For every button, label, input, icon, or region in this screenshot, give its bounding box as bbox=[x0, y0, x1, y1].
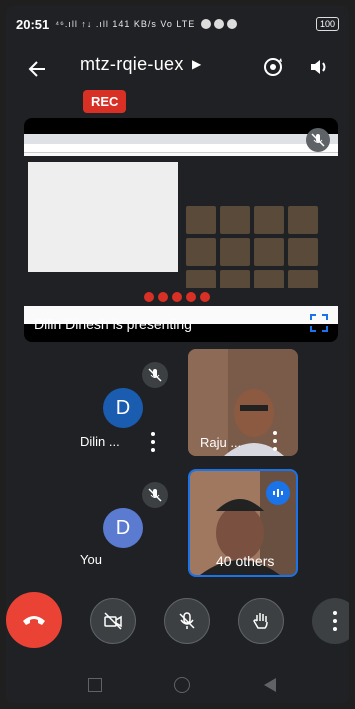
status-bar: 20:51 ⁴⁶.ıll ↑↓ .ıll 141 KB/s Vo LTE 100 bbox=[6, 6, 349, 42]
more-options-icon[interactable] bbox=[272, 431, 278, 451]
recents-icon[interactable] bbox=[88, 678, 102, 692]
android-nav-bar bbox=[6, 668, 349, 703]
more-vert-icon bbox=[332, 611, 338, 631]
participant-name: Dilin ... bbox=[80, 434, 120, 449]
notification-icons bbox=[201, 19, 238, 29]
participant-tile-raju[interactable]: Raju ... bbox=[188, 349, 298, 456]
avatar: D bbox=[103, 508, 143, 548]
status-time: 20:51 bbox=[16, 16, 50, 32]
camera-off-button[interactable] bbox=[90, 598, 136, 644]
mic-off-button[interactable] bbox=[164, 598, 210, 644]
shared-screen bbox=[24, 134, 338, 324]
presentation-tile[interactable]: Dilin Dinesh is presenting bbox=[24, 118, 338, 342]
speaker-icon[interactable] bbox=[308, 56, 330, 78]
participant-tile-others[interactable]: 40 others bbox=[188, 469, 298, 577]
caret-right-icon[interactable]: ▶ bbox=[192, 57, 201, 71]
call-controls bbox=[6, 592, 349, 658]
meet-screen: 20:51 ⁴⁶.ıll ↑↓ .ıll 141 KB/s Vo LTE 100… bbox=[6, 6, 349, 703]
speaking-indicator-icon bbox=[266, 481, 290, 505]
battery-icon: 100 bbox=[315, 17, 339, 31]
avatar: D bbox=[103, 388, 143, 428]
mic-muted-icon bbox=[306, 128, 330, 152]
mic-muted-icon bbox=[142, 482, 168, 508]
participant-name: Raju ... bbox=[200, 435, 242, 450]
mic-muted-icon bbox=[142, 362, 168, 388]
participant-name: You bbox=[80, 552, 102, 567]
back-arrow-icon[interactable] bbox=[28, 58, 46, 84]
home-icon[interactable] bbox=[174, 677, 190, 693]
participant-name: 40 others bbox=[216, 553, 275, 569]
presenting-caption: Dilin Dinesh is presenting bbox=[34, 316, 192, 332]
recording-badge: REC bbox=[83, 90, 127, 113]
more-options-button[interactable] bbox=[312, 598, 349, 644]
back-icon[interactable] bbox=[264, 678, 276, 692]
participant-tile-dilin[interactable]: D Dilin ... bbox=[66, 352, 186, 460]
raise-hand-button[interactable] bbox=[238, 598, 284, 644]
switch-camera-icon[interactable] bbox=[262, 56, 284, 78]
more-options-icon[interactable] bbox=[150, 432, 156, 452]
signal-indicator: ⁴⁶.ıll ↑↓ .ıll 141 KB/s Vo LTE bbox=[55, 19, 196, 29]
end-call-button[interactable] bbox=[6, 592, 62, 648]
meeting-code[interactable]: mtz-rqie-uex bbox=[80, 54, 184, 75]
fullscreen-icon[interactable] bbox=[308, 312, 330, 334]
participant-tile-you[interactable]: D You bbox=[66, 472, 186, 580]
meeting-header: mtz-rqie-uex ▶ REC bbox=[6, 46, 349, 116]
